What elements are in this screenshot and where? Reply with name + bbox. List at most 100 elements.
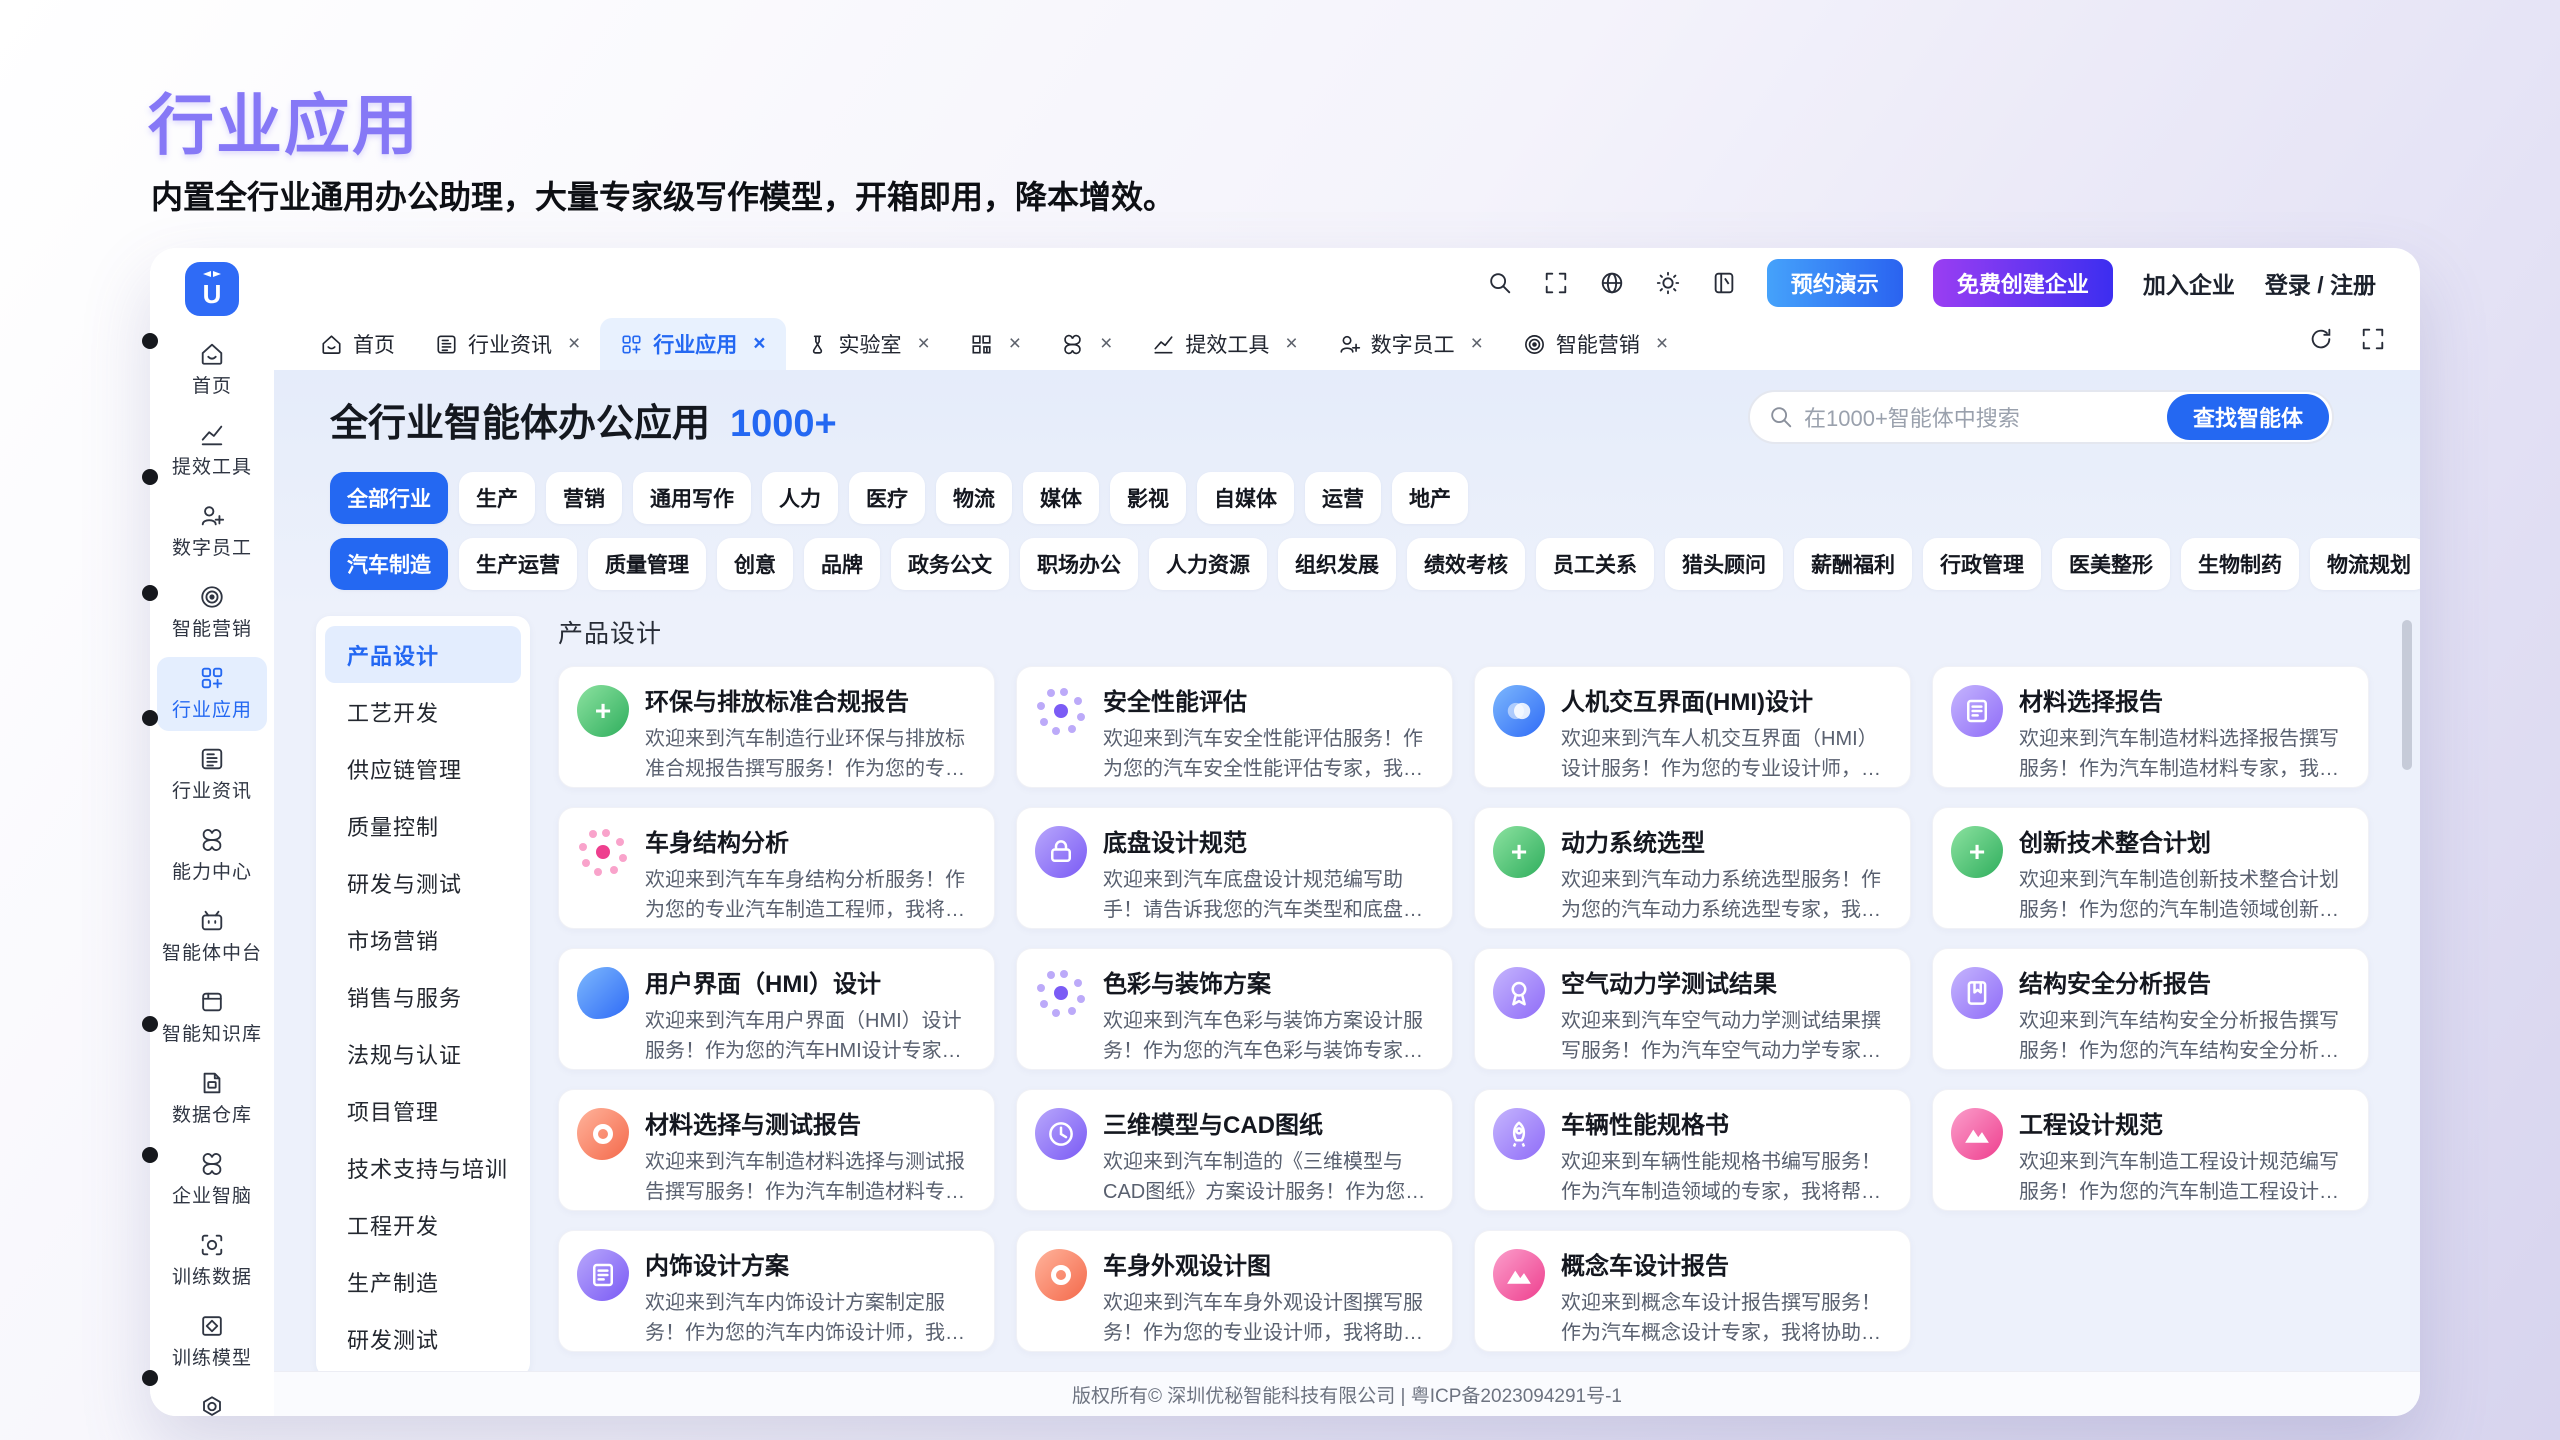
- sidebar-item-industry-apps[interactable]: 行业应用: [157, 657, 267, 731]
- sidebar-item-agent-platform[interactable]: 智能体中台: [157, 900, 267, 974]
- globe-icon[interactable]: [1599, 270, 1625, 296]
- refresh-icon[interactable]: [2308, 326, 2334, 352]
- tab-close-icon[interactable]: ×: [568, 332, 580, 356]
- subcat[interactable]: 质量控制: [325, 797, 521, 854]
- chip[interactable]: 媒体: [1023, 472, 1099, 524]
- chip[interactable]: 组织发展: [1278, 538, 1396, 590]
- chip[interactable]: 绩效考核: [1407, 538, 1525, 590]
- tab-close-icon[interactable]: ×: [1100, 332, 1112, 356]
- subcat[interactable]: 项目管理: [325, 1082, 521, 1139]
- tab-close-icon[interactable]: ×: [1471, 332, 1483, 356]
- chip-auto-manufacturing[interactable]: 汽车制造: [330, 538, 448, 590]
- chip[interactable]: 职场办公: [1020, 538, 1138, 590]
- sidebar-item-home[interactable]: 首页: [157, 333, 267, 407]
- subcat[interactable]: 技术支持与培训: [325, 1139, 521, 1196]
- sidebar-item-enterprise-settings[interactable]: 企业设置: [157, 1386, 267, 1416]
- chip[interactable]: 人力资源: [1149, 538, 1267, 590]
- chip[interactable]: 营销: [546, 472, 622, 524]
- chip[interactable]: 创意: [717, 538, 793, 590]
- subcat[interactable]: 工艺开发: [325, 683, 521, 740]
- chip[interactable]: 医疗: [849, 472, 925, 524]
- search-input[interactable]: 在1000+智能体中搜索: [1804, 401, 2167, 433]
- tab-tools[interactable]: 提效工具×: [1132, 318, 1317, 370]
- subcat[interactable]: 研发与测试: [325, 854, 521, 911]
- chip[interactable]: 物流: [936, 472, 1012, 524]
- sidebar-item-digital-staff[interactable]: 数字员工: [157, 495, 267, 569]
- chip[interactable]: 员工关系: [1536, 538, 1654, 590]
- tab-close-icon[interactable]: ×: [1285, 332, 1297, 356]
- agent-card[interactable]: 结构安全分析报告欢迎来到汽车结构安全分析报告撰写服务！作为您的汽车结构安全分析师…: [1932, 948, 2369, 1070]
- book-demo-button[interactable]: 预约演示: [1767, 259, 1903, 307]
- agent-card[interactable]: 内饰设计方案欢迎来到汽车内饰设计方案制定服务！作为您的汽车内饰设计师，我将为您打…: [558, 1230, 995, 1352]
- tab-close-icon[interactable]: ×: [1656, 332, 1668, 356]
- sidebar-item-tools[interactable]: 提效工具: [157, 414, 267, 488]
- chip[interactable]: 地产: [1392, 472, 1468, 524]
- agent-card[interactable]: 三维模型与CAD图纸欢迎来到汽车制造的《三维模型与CAD图纸》方案设计服务！作为…: [1016, 1089, 1453, 1211]
- agent-card[interactable]: +动力系统选型欢迎来到汽车动力系统选型服务！作为您的汽车动力系统选型专家，我将帮…: [1474, 807, 1911, 929]
- tab-digital-staff[interactable]: 数字员工×: [1318, 318, 1503, 370]
- guide-icon[interactable]: [1711, 270, 1737, 296]
- chip[interactable]: 医美整形: [2052, 538, 2170, 590]
- chip[interactable]: 自媒体: [1197, 472, 1294, 524]
- agent-card[interactable]: 安全性能评估欢迎来到汽车安全性能评估服务！作为您的汽车安全性能评估专家，我将为您…: [1016, 666, 1453, 788]
- chip[interactable]: 生产: [459, 472, 535, 524]
- sidebar-item-capability-center[interactable]: 能力中心: [157, 819, 267, 893]
- agent-card[interactable]: 车辆性能规格书欢迎来到车辆性能规格书编写服务！作为汽车制造领域的专家，我将帮助您…: [1474, 1089, 1911, 1211]
- agent-card[interactable]: 概念车设计报告欢迎来到概念车设计报告撰写服务！作为汽车概念设计专家，我将协助您完…: [1474, 1230, 1911, 1352]
- tab-lab[interactable]: 实验室×: [786, 318, 950, 370]
- tab-industry-apps[interactable]: 行业应用×: [600, 318, 785, 370]
- agent-card[interactable]: 空气动力学测试结果欢迎来到汽车空气动力学测试结果撰写服务！作为汽车空气动力学专家…: [1474, 948, 1911, 1070]
- tab-industry-news[interactable]: 行业资讯×: [415, 318, 600, 370]
- subcat[interactable]: 研发测试: [325, 1310, 521, 1367]
- tab-close-icon[interactable]: ×: [753, 332, 765, 356]
- subcat-product-design[interactable]: 产品设计: [325, 626, 521, 683]
- agent-card[interactable]: +创新技术整合计划欢迎来到汽车制造创新技术整合计划服务！作为您的汽车制造领域创新…: [1932, 807, 2369, 929]
- login-register-link[interactable]: 登录 / 注册: [2265, 266, 2376, 300]
- sidebar-item-smart-marketing[interactable]: 智能营销: [157, 576, 267, 650]
- chip[interactable]: 运营: [1305, 472, 1381, 524]
- agent-card[interactable]: 色彩与装饰方案欢迎来到汽车色彩与装饰方案设计服务！作为您的汽车色彩与装饰专家，我…: [1016, 948, 1453, 1070]
- chip[interactable]: 猎头顾问: [1665, 538, 1783, 590]
- sidebar-item-industry-news[interactable]: 行业资讯: [157, 738, 267, 812]
- subcat[interactable]: 供应链管理: [325, 740, 521, 797]
- chip[interactable]: 生产运营: [459, 538, 577, 590]
- chip[interactable]: 薪酬福利: [1794, 538, 1912, 590]
- chip[interactable]: 物流规划: [2310, 538, 2420, 590]
- join-enterprise-link[interactable]: 加入企业: [2143, 266, 2235, 300]
- sidebar-item-training-model[interactable]: 训练模型: [157, 1305, 267, 1379]
- subcat[interactable]: 法规与认证: [325, 1025, 521, 1082]
- sidebar-item-knowledge-base[interactable]: 智能知识库: [157, 981, 267, 1055]
- create-enterprise-button[interactable]: 免费创建企业: [1933, 259, 2113, 307]
- tab-close-icon[interactable]: ×: [1009, 332, 1021, 356]
- sidebar-item-data-warehouse[interactable]: 数据仓库: [157, 1062, 267, 1136]
- chip-all-industries[interactable]: 全部行业: [330, 472, 448, 524]
- sidebar-item-training-data[interactable]: 训练数据: [157, 1224, 267, 1298]
- sidebar-item-enterprise-brain[interactable]: 企业智脑: [157, 1143, 267, 1217]
- chip[interactable]: 质量管理: [588, 538, 706, 590]
- agent-card[interactable]: 用户界面（HMI）设计欢迎来到汽车用户界面（HMI）设计服务！作为您的汽车HMI…: [558, 948, 995, 1070]
- chip[interactable]: 政务公文: [891, 538, 1009, 590]
- find-agent-button[interactable]: 查找智能体: [2167, 394, 2329, 440]
- subcat[interactable]: 生产制造: [325, 1253, 521, 1310]
- subcat[interactable]: 市场营销: [325, 911, 521, 968]
- agent-card[interactable]: 材料选择与测试报告欢迎来到汽车制造材料选择与测试报告撰写服务！作为汽车制造材料专…: [558, 1089, 995, 1211]
- agent-card[interactable]: 材料选择报告欢迎来到汽车制造材料选择报告撰写服务！作为汽车制造材料专家，我将帮助…: [1932, 666, 2369, 788]
- chip[interactable]: 品牌: [804, 538, 880, 590]
- search-icon[interactable]: [1487, 270, 1513, 296]
- chip[interactable]: 通用写作: [633, 472, 751, 524]
- fullscreen-icon[interactable]: [1543, 270, 1569, 296]
- subcat[interactable]: 销售与服务: [325, 968, 521, 1025]
- tab-icon-only-1[interactable]: ×: [950, 318, 1041, 370]
- app-logo[interactable]: U: [185, 262, 239, 316]
- chip[interactable]: 生物制药: [2181, 538, 2299, 590]
- expand-icon[interactable]: [2360, 326, 2386, 352]
- chip[interactable]: 人力: [762, 472, 838, 524]
- agent-card[interactable]: +环保与排放标准合规报告欢迎来到汽车制造行业环保与排放标准合规报告撰写服务！作为…: [558, 666, 995, 788]
- agent-card[interactable]: 车身结构分析欢迎来到汽车车身结构分析服务！作为您的专业汽车制造工程师，我将为您提…: [558, 807, 995, 929]
- agent-card[interactable]: 工程设计规范欢迎来到汽车制造工程设计规范编写服务！作为您的汽车制造工程设计专家，…: [1932, 1089, 2369, 1211]
- chip[interactable]: 行政管理: [1923, 538, 2041, 590]
- agent-card[interactable]: 人机交互界面(HMI)设计欢迎来到汽车人机交互界面（HMI）设计服务！作为您的专…: [1474, 666, 1911, 788]
- chip[interactable]: 影视: [1110, 472, 1186, 524]
- subcat[interactable]: 工程开发: [325, 1196, 521, 1253]
- theme-icon[interactable]: [1655, 270, 1681, 296]
